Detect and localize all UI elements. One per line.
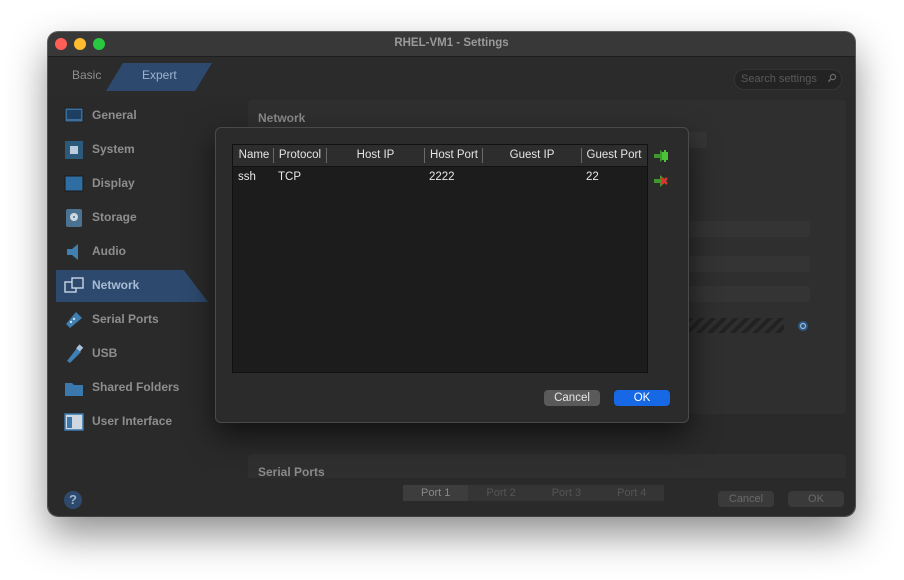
search-icon — [827, 73, 837, 83]
tab-port-4[interactable]: Port 4 — [599, 485, 665, 501]
sidebar-item-label: System — [92, 142, 135, 156]
network-icon — [64, 277, 84, 293]
column-header-host-ip[interactable]: Host IP — [328, 149, 423, 161]
dialog-ok-button[interactable]: OK — [614, 390, 670, 406]
cell-name[interactable]: ssh — [238, 171, 256, 183]
adapter-type-select[interactable] — [688, 286, 810, 302]
settings-ok-button[interactable]: OK — [788, 491, 844, 507]
title-bar[interactable]: RHEL-VM1 - Settings — [48, 32, 855, 57]
port-forwarding-dialog: Name Protocol Host IP Host Port Guest IP… — [215, 127, 689, 423]
tab-port-1[interactable]: Port 1 — [403, 485, 469, 501]
name-select[interactable] — [688, 256, 810, 272]
audio-icon — [67, 244, 78, 260]
column-header-protocol[interactable]: Protocol — [275, 149, 325, 161]
sidebar-item-label: USB — [92, 346, 118, 360]
tab-port-3[interactable]: Port 3 — [533, 485, 600, 501]
serial-ports-panel-title: Serial Ports — [258, 465, 325, 479]
general-icon — [64, 107, 84, 123]
attached-to-select[interactable] — [688, 221, 810, 237]
usb-icon — [67, 344, 84, 363]
remove-rule-icon[interactable] — [653, 173, 669, 189]
column-separator[interactable] — [581, 148, 582, 163]
sidebar-item-label: Serial Ports — [92, 312, 159, 326]
sidebar-item-label: Audio — [92, 244, 126, 258]
user-interface-icon — [64, 413, 84, 431]
window-title: RHEL-VM1 - Settings — [394, 37, 509, 49]
sidebar-item-label: Network — [92, 278, 140, 292]
table-header: Name Protocol Host IP Host Port Guest IP… — [233, 145, 647, 167]
column-separator[interactable] — [424, 148, 425, 163]
settings-cancel-button[interactable]: Cancel — [718, 491, 774, 507]
add-rule-icon[interactable] — [653, 148, 669, 164]
cell-host-port[interactable]: 2222 — [429, 171, 455, 183]
sidebar-item-label: Display — [92, 176, 135, 190]
serial-ports-icon — [66, 312, 82, 328]
sidebar-item-label: General — [92, 108, 137, 122]
column-header-host-port[interactable]: Host Port — [426, 149, 482, 161]
mac-address-field[interactable] — [688, 318, 784, 333]
port-forwarding-table[interactable]: Name Protocol Host IP Host Port Guest IP… — [232, 144, 648, 373]
serial-port-tabs: Port 1 Port 2 Port 3 Port 4 — [403, 485, 665, 501]
dialog-cancel-button[interactable]: Cancel — [544, 390, 600, 406]
toolbar: Basic Expert Search settings — [48, 57, 855, 97]
serial-ports-panel: Serial Ports Port 1 Port 2 Port 3 Port 4 — [248, 454, 846, 501]
expert-mode-button[interactable]: Expert — [142, 68, 177, 82]
sidebar-item-label: User Interface — [92, 414, 173, 428]
help-button[interactable]: ? — [64, 491, 82, 509]
sidebar-item-network[interactable]: Network — [56, 270, 208, 302]
storage-icon — [66, 209, 82, 227]
sidebar-item-label: Storage — [92, 210, 137, 224]
cell-protocol[interactable]: TCP — [278, 171, 301, 183]
column-header-guest-ip[interactable]: Guest IP — [484, 149, 580, 161]
network-panel-title: Network — [258, 111, 306, 125]
column-header-name[interactable]: Name — [237, 149, 271, 161]
column-separator[interactable] — [273, 148, 274, 163]
column-header-guest-port[interactable]: Guest Port — [583, 149, 645, 161]
shared-folders-icon — [65, 383, 83, 396]
search-input-placeholder: Search settings — [741, 73, 817, 85]
search-settings-field[interactable]: Search settings — [734, 69, 842, 90]
tab-port-2[interactable]: Port 2 — [468, 485, 534, 501]
refresh-mac-icon[interactable] — [796, 319, 810, 333]
display-icon — [64, 175, 84, 192]
column-separator[interactable] — [482, 148, 483, 163]
basic-mode-button[interactable]: Basic — [72, 68, 101, 82]
cell-guest-port[interactable]: 22 — [586, 171, 599, 183]
column-separator[interactable] — [326, 148, 327, 163]
system-icon — [65, 141, 83, 159]
sidebar-item-label: Shared Folders — [92, 380, 180, 394]
